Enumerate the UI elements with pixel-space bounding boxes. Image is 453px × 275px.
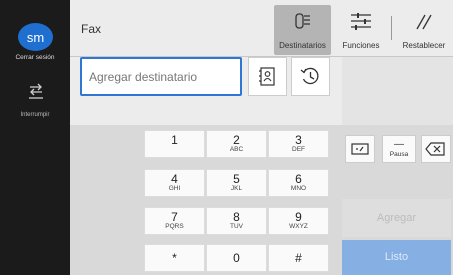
address-book-button[interactable] bbox=[248, 57, 287, 96]
key-7[interactable]: 7 PQRS bbox=[144, 207, 205, 235]
pause-label: Pausa bbox=[389, 151, 409, 158]
user-avatar-button[interactable]: sm bbox=[18, 23, 53, 51]
backspace-button[interactable] bbox=[421, 135, 451, 163]
backspace-icon bbox=[425, 142, 445, 156]
key-0[interactable]: 0 bbox=[206, 244, 267, 272]
reset-button[interactable]: Restablecer bbox=[395, 5, 453, 55]
reset-label: Restablecer bbox=[402, 41, 446, 50]
key-5[interactable]: 5 JKL bbox=[206, 169, 267, 197]
header-divider bbox=[391, 16, 392, 40]
destinations-icon bbox=[295, 13, 310, 29]
right-panel bbox=[342, 57, 453, 125]
subaddress-button[interactable] bbox=[345, 135, 375, 163]
history-icon bbox=[300, 67, 319, 85]
key-4[interactable]: 4 GHI bbox=[144, 169, 205, 197]
subaddress-icon bbox=[351, 143, 369, 155]
logout-label[interactable]: Cerrar sesión bbox=[0, 54, 70, 61]
destinations-tab[interactable]: Destinatarios bbox=[274, 5, 331, 55]
key-8[interactable]: 8 TUV bbox=[206, 207, 267, 235]
key-hash[interactable]: # bbox=[268, 244, 329, 272]
key-1[interactable]: 1 bbox=[144, 130, 205, 158]
functions-label: Funciones bbox=[342, 41, 380, 50]
functions-tab[interactable]: Funciones bbox=[335, 5, 387, 55]
interrupt-icon bbox=[29, 83, 43, 99]
key-2[interactable]: 2 ABC bbox=[206, 130, 267, 158]
key-3[interactable]: 3 DEF bbox=[268, 130, 329, 158]
add-button[interactable]: Agregar bbox=[342, 199, 451, 237]
destination-input[interactable]: Agregar destinatario bbox=[80, 57, 242, 96]
key-6[interactable]: 6 MNO bbox=[268, 169, 329, 197]
reset-icon bbox=[416, 14, 432, 30]
destinations-label: Destinatarios bbox=[279, 41, 326, 50]
address-book-icon bbox=[259, 67, 275, 86]
pause-icon: — bbox=[394, 139, 404, 150]
interrupt-label: Interrumpir bbox=[20, 112, 50, 118]
done-button[interactable]: Listo bbox=[342, 240, 451, 275]
key-9[interactable]: 9 WXYZ bbox=[268, 207, 329, 235]
key-star[interactable]: * bbox=[144, 244, 205, 272]
pause-button[interactable]: — Pausa bbox=[382, 135, 416, 163]
sliders-icon bbox=[351, 13, 371, 30]
history-button[interactable] bbox=[291, 57, 330, 96]
page-title: Fax bbox=[81, 22, 102, 36]
